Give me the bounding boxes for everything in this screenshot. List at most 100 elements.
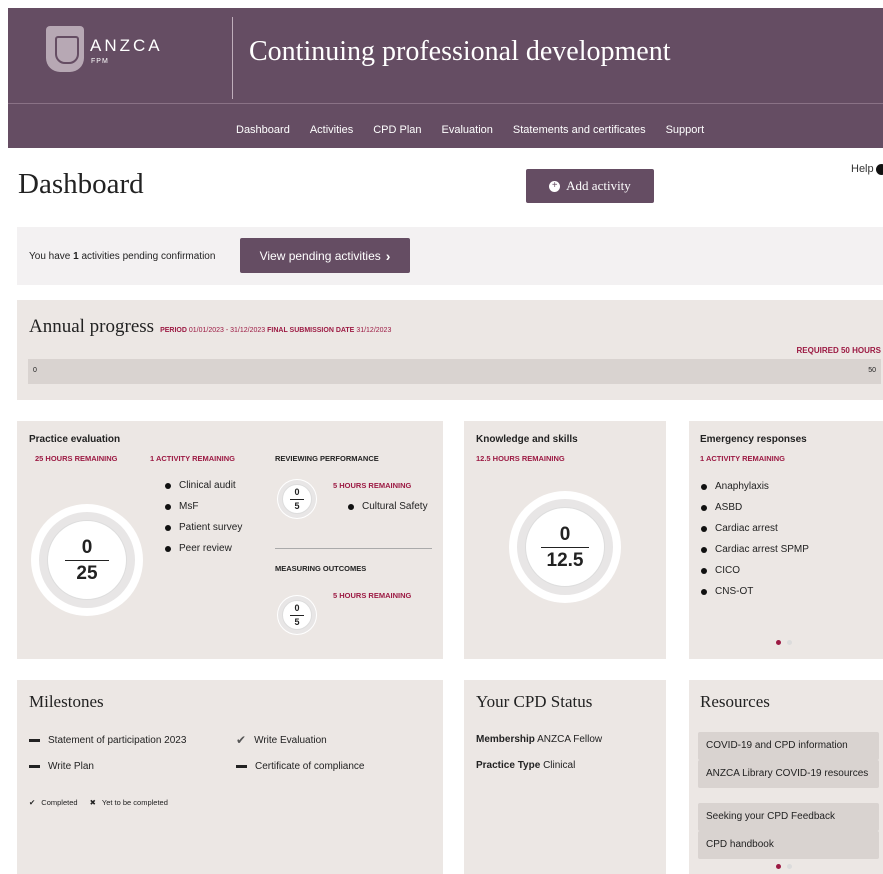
milestone-item: Statement of participation 2023: [29, 735, 186, 746]
help-link[interactable]: Help: [851, 163, 883, 175]
annual-progress-panel: Annual progress PERIOD 01/01/2023 - 31/12…: [17, 300, 883, 400]
bullet-icon: [701, 483, 707, 490]
section-divider: [275, 548, 432, 549]
bullet-icon: [701, 567, 707, 574]
emergency-responses-card: Emergency responses 1 ACTIVITY REMAINING…: [689, 421, 883, 659]
item-label: ASBD: [715, 502, 743, 513]
list-item: MsF: [165, 496, 242, 517]
carousel-dot-2[interactable]: [787, 864, 792, 869]
bullet-icon: [165, 524, 171, 531]
item-label: CNS-OT: [715, 586, 754, 597]
emergency-title: Emergency responses: [700, 434, 807, 445]
milestone-item: Certificate of compliance: [236, 761, 365, 772]
chevron-right-icon: ›: [385, 247, 391, 264]
period-label: PERIOD: [160, 327, 187, 334]
nav-dashboard[interactable]: Dashboard: [236, 124, 290, 136]
legend-pending: Yet to be completed: [101, 798, 168, 807]
item-label: MsF: [179, 501, 199, 512]
practice-title: Practice evaluation: [29, 434, 121, 445]
anzca-crest-icon[interactable]: [46, 26, 84, 72]
app-title: Continuing professional development: [249, 36, 671, 67]
list-item: Clinical audit: [165, 475, 242, 496]
practice-items: Clinical audit MsF Patient survey Peer r…: [165, 475, 242, 559]
resource-link[interactable]: Seeking your CPD Feedback: [698, 803, 879, 831]
list-item: ASBD: [701, 497, 809, 518]
nav-divider: [8, 103, 883, 104]
period-value: 01/01/2023 - 31/12/2023: [188, 327, 266, 334]
reviewing-progress-center: 0 5: [282, 484, 312, 514]
period-meta: PERIOD 01/01/2023 - 31/12/2023 FINAL SUB…: [160, 327, 391, 334]
nav-statements[interactable]: Statements and certificates: [513, 124, 646, 136]
cpd-status-card: Your CPD Status Membership ANZCA Fellow …: [464, 680, 666, 874]
practice-type-label: Practice Type: [476, 760, 541, 771]
final-label: FINAL SUBMISSION DATE: [267, 327, 355, 334]
reviewing-total: 5: [294, 500, 300, 511]
carousel-dot-1[interactable]: [776, 640, 781, 645]
pending-banner: You have 1 activities pending confirmati…: [17, 227, 883, 285]
carousel-dots: [776, 640, 792, 645]
knowledge-progress-ring: 0 12.5: [509, 491, 621, 603]
help-icon[interactable]: [875, 163, 883, 175]
required-hours: REQUIRED 50 HOURS: [796, 346, 881, 355]
view-pending-label: View pending activities: [259, 248, 381, 263]
reviewing-progress-ring: 0 5: [277, 479, 317, 519]
practice-total: 25: [76, 562, 98, 584]
nav-evaluation[interactable]: Evaluation: [442, 124, 493, 136]
pending-message: You have 1 activities pending confirmati…: [29, 251, 215, 262]
resource-link[interactable]: CPD handbook: [698, 831, 879, 859]
list-item: Peer review: [165, 538, 242, 559]
milestones-title: Milestones: [29, 692, 104, 711]
milestone-label: Write Evaluation: [254, 734, 327, 746]
item-label: CICO: [715, 565, 740, 576]
annual-progress-title: Annual progress: [29, 316, 155, 337]
measuring-done: 0: [294, 602, 300, 613]
item-label: Cultural Safety: [362, 501, 428, 512]
fraction-line: [541, 546, 589, 548]
nav-cpd-plan[interactable]: CPD Plan: [373, 124, 421, 136]
emergency-items: Anaphylaxis ASBD Cardiac arrest Cardiac …: [701, 476, 809, 602]
bullet-icon: [701, 525, 707, 532]
header-divider: [232, 17, 233, 99]
bullet-icon: [701, 504, 707, 511]
annual-progress-bar: 0 50: [28, 359, 881, 384]
carousel-dot-2[interactable]: [787, 640, 792, 645]
resources-carousel-dots: [776, 864, 792, 869]
list-item: Patient survey: [165, 517, 242, 538]
practice-progress-center: 0 25: [47, 520, 127, 600]
list-item: Cardiac arrest SPMP: [701, 539, 809, 560]
bullet-icon: [701, 546, 707, 553]
practice-evaluation-card: Practice evaluation 25 HOURS REMAINING 1…: [17, 421, 443, 659]
list-item: CNS-OT: [701, 581, 809, 602]
help-label[interactable]: Help: [851, 163, 874, 175]
carousel-dot-1[interactable]: [776, 864, 781, 869]
reviewing-performance-label: REVIEWING PERFORMANCE: [275, 454, 379, 463]
plus-circle-icon: +: [549, 180, 561, 192]
add-activity-button[interactable]: + Add activity: [526, 169, 654, 203]
brand-name[interactable]: ANZCA: [90, 36, 163, 56]
nav-support[interactable]: Support: [666, 124, 705, 136]
check-icon: ✔: [29, 798, 36, 807]
progress-end: 50: [868, 367, 876, 374]
measuring-total: 5: [294, 616, 300, 627]
practice-progress-ring: 0 25: [31, 504, 143, 616]
measuring-progress-ring: 0 5: [277, 595, 317, 635]
main-nav: Dashboard Activities CPD Plan Evaluation…: [236, 124, 704, 136]
page-title: Dashboard: [18, 168, 144, 200]
resources-card: Resources COVID-19 and CPD information A…: [689, 680, 883, 874]
final-value: 31/12/2023: [356, 327, 392, 334]
nav-activities[interactable]: Activities: [310, 124, 353, 136]
list-item: Cardiac arrest: [701, 518, 809, 539]
resource-link[interactable]: COVID-19 and CPD information: [698, 732, 879, 760]
resource-link[interactable]: ANZCA Library COVID-19 resources: [698, 760, 879, 788]
knowledge-remaining: 12.5 HOURS REMAINING: [476, 454, 565, 463]
milestone-label: Write Plan: [48, 761, 94, 772]
milestone-label: Statement of participation 2023: [48, 735, 187, 746]
measuring-remaining: 5 HOURS REMAINING: [333, 591, 412, 600]
annual-progress-header: Annual progress PERIOD 01/01/2023 - 31/12…: [29, 316, 391, 338]
practice-done: 0: [81, 536, 93, 558]
view-pending-button[interactable]: View pending activities ›: [240, 238, 410, 273]
site-header: ANZCA FPM Continuing professional develo…: [8, 8, 883, 148]
list-item: Cultural Safety: [348, 496, 428, 517]
emergency-remaining: 1 ACTIVITY REMAINING: [700, 454, 786, 463]
pending-suffix: activities pending confirmation: [78, 251, 216, 262]
